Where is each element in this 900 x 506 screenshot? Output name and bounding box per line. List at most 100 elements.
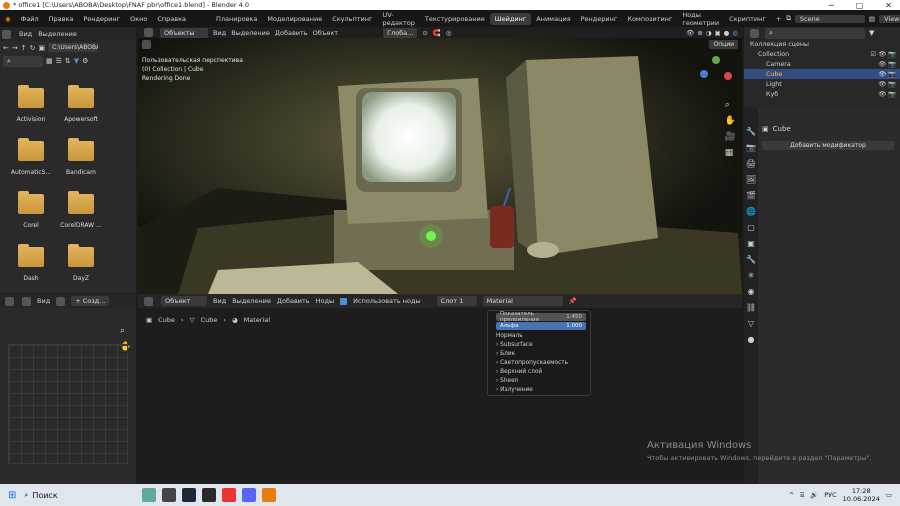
taskbar-search[interactable]: Поиск <box>32 491 112 500</box>
select-box-icon[interactable] <box>142 40 151 49</box>
output-tab-icon[interactable]: 🖨 <box>746 159 756 168</box>
panel-emission[interactable]: › Излучение <box>488 385 590 394</box>
constraints-tab-icon[interactable]: ⛓ <box>746 303 756 312</box>
editor-type-icon[interactable] <box>144 296 153 306</box>
object-mode-select[interactable]: Объекты <box>160 27 208 38</box>
network-icon[interactable]: ⌸ <box>800 491 804 500</box>
pivot-icon[interactable]: ⊙ <box>422 29 427 37</box>
filter-icon[interactable]: ▼ <box>869 29 874 37</box>
vp-object-menu[interactable]: Объект <box>313 29 338 37</box>
xray-icon[interactable]: ▣ <box>715 29 721 37</box>
scene-selector[interactable]: Scene <box>794 14 865 23</box>
proportional-icon[interactable]: ◎ <box>446 29 452 37</box>
folder-item[interactable]: Dash <box>6 244 56 282</box>
tab-compositing[interactable]: Композитинг <box>622 13 677 25</box>
3d-viewport[interactable]: Пользовательская перспектива (0) Collect… <box>138 38 742 294</box>
menu-file[interactable]: Файл <box>16 15 44 23</box>
folder-item[interactable]: Corel <box>6 191 56 229</box>
folder-item[interactable]: Bandicam <box>56 138 106 176</box>
ior-field[interactable]: Показатель преломления 1.450 <box>496 311 586 323</box>
tab-scripting[interactable]: Скриптинг <box>724 13 771 25</box>
viewlayer-selector[interactable]: ViewLayer <box>879 14 900 23</box>
orientation-select[interactable]: Глоба... <box>383 27 418 38</box>
folder-item[interactable]: AutomaticS... <box>6 138 56 176</box>
tab-layout[interactable]: Планировка <box>211 13 262 25</box>
navigation-gizmo[interactable] <box>698 56 734 92</box>
folder-item[interactable]: Activision <box>6 85 56 123</box>
parent-dir-icon[interactable]: ↑ <box>21 44 27 52</box>
outliner-scene-collection[interactable]: Коллекция сцены <box>744 39 900 49</box>
discord-icon[interactable] <box>242 488 257 502</box>
select-tool[interactable] <box>140 40 153 49</box>
volume-icon[interactable]: 🔊 <box>810 491 818 499</box>
vp-select-menu[interactable]: Выделение <box>231 29 270 37</box>
gizmo-x-icon[interactable] <box>724 72 732 80</box>
editor-type-icon[interactable] <box>750 28 759 38</box>
grid-view-icon[interactable]: ▦ <box>725 148 736 158</box>
scene-icon[interactable]: ⧉ <box>786 14 791 23</box>
forward-arrow-icon[interactable]: → <box>12 44 18 52</box>
outliner-row-cube[interactable]: Cube 👁 📷 <box>744 69 900 79</box>
menu-help[interactable]: Справка <box>152 15 191 23</box>
particles-tab-icon[interactable]: ✳ <box>748 271 755 280</box>
tray-chevron-icon[interactable]: ^ <box>789 491 794 499</box>
thumbnail-view-icon[interactable]: ▦ <box>46 57 53 65</box>
outliner-row-camera[interactable]: Camera 👁 📷 <box>744 59 900 69</box>
shading-solid-icon[interactable]: ● <box>724 29 730 37</box>
modifier-tab-icon[interactable]: 🔧 <box>746 255 756 264</box>
data-tab-icon[interactable]: ▽ <box>748 319 754 328</box>
fb-select-menu[interactable]: Выделение <box>38 30 77 38</box>
panel-coat[interactable]: › Верхний слой <box>488 367 590 376</box>
use-nodes-checkbox[interactable] <box>340 297 348 305</box>
filter-icon[interactable]: ▼ <box>74 57 79 65</box>
viewport-options-button[interactable]: Опции <box>709 40 738 49</box>
tab-geometry-nodes[interactable]: Ноды геометрии <box>677 9 724 29</box>
editor-type-icon[interactable] <box>144 28 153 37</box>
widgets-icon[interactable] <box>142 488 157 502</box>
image-browse-icon[interactable] <box>56 296 66 306</box>
notifications-icon[interactable]: ▭ <box>886 491 892 499</box>
blender-taskbar-icon[interactable] <box>262 488 277 502</box>
ne-select-menu[interactable]: Выделение <box>232 297 271 305</box>
image-canvas[interactable] <box>8 344 128 464</box>
render-tab-icon[interactable]: 📷 <box>746 143 756 152</box>
pan-hand-icon[interactable]: ✋ <box>725 116 736 126</box>
ne-view-menu[interactable]: Вид <box>213 297 226 305</box>
editor-type-icon[interactable] <box>5 296 14 306</box>
shading-rendered-icon[interactable]: ◍ <box>732 29 738 37</box>
tab-animation[interactable]: Анимация <box>531 13 575 25</box>
editor-type-icon[interactable] <box>2 29 11 39</box>
fb-search-input[interactable]: ⌕ <box>3 55 43 67</box>
outliner-search-input[interactable]: ⌕ <box>765 27 865 39</box>
vp-add-menu[interactable]: Добавить <box>275 29 308 37</box>
folder-item[interactable]: CorelDRAW ... <box>56 191 106 229</box>
snap-icon[interactable]: 🧲 <box>433 29 441 37</box>
overlay-icon[interactable]: ◑ <box>706 29 712 37</box>
tab-shading[interactable]: Шейдинг <box>489 12 532 25</box>
node-object-select[interactable]: Объект <box>161 296 207 306</box>
outliner-row-collection[interactable]: Collection ☑ 👁 📷 <box>744 49 900 59</box>
maximize-button[interactable]: ▢ <box>856 1 864 10</box>
list-view-icon[interactable]: ☰ <box>56 57 62 65</box>
material-tab-icon[interactable]: ● <box>748 335 755 344</box>
new-image-button[interactable]: + Созд... <box>71 296 110 306</box>
panel-transmission[interactable]: › Светопропускаемость <box>488 358 590 367</box>
mode-icon[interactable] <box>22 296 31 306</box>
ne-add-menu[interactable]: Добавить <box>277 297 310 305</box>
blender-menu-icon[interactable]: ◉ <box>0 15 16 23</box>
add-workspace-button[interactable]: + <box>771 13 786 25</box>
start-button[interactable]: ⊞ <box>8 490 16 501</box>
folder-item[interactable]: Apowersoft <box>56 85 106 123</box>
minimize-button[interactable]: ─ <box>829 1 834 10</box>
physics-tab-icon[interactable]: ◉ <box>748 287 755 296</box>
alpha-field[interactable]: Альфа 1.000 <box>496 322 586 330</box>
outliner-row-light[interactable]: Light 👁 📷 <box>744 79 900 89</box>
viewlayer-icon[interactable]: ▤ <box>869 15 875 23</box>
menu-window[interactable]: Окно <box>125 15 152 23</box>
zoom-icon[interactable]: ⌕ <box>120 326 125 336</box>
fb-view-menu[interactable]: Вид <box>19 30 32 38</box>
tab-rendering[interactable]: Рендеринг <box>576 13 623 25</box>
close-button[interactable]: ✕ <box>885 1 892 10</box>
menu-render[interactable]: Рендеринг <box>78 15 125 23</box>
tab-texture[interactable]: Текстурирование <box>420 13 490 25</box>
